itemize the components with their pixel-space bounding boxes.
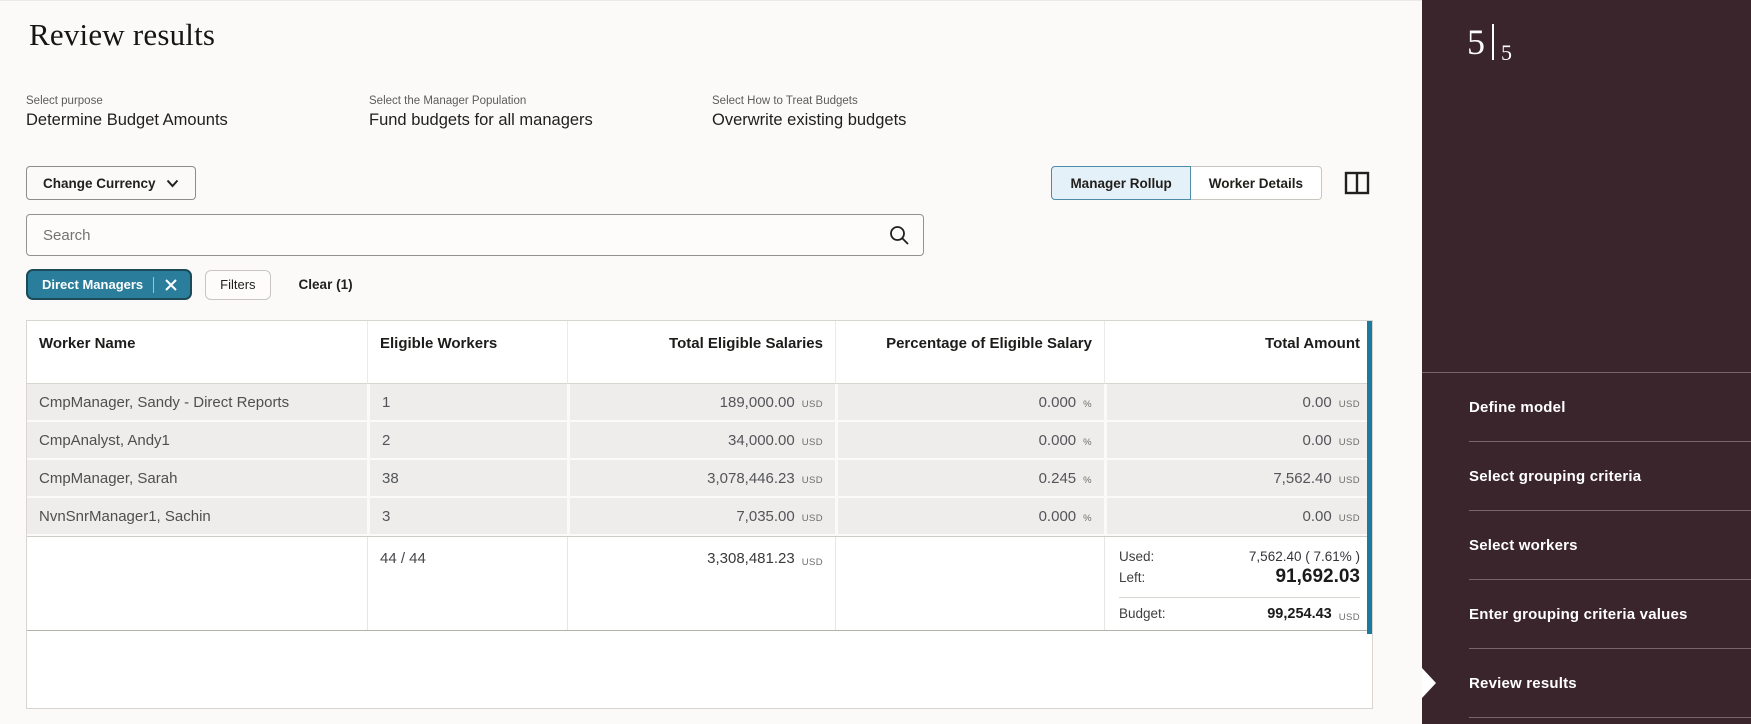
chip-close-icon[interactable] [164,278,178,292]
totals-percentage-cell [835,537,1104,630]
cell-total-eligible-salaries: 34,000.00USD [567,422,835,460]
step-counter: 5 5 [1467,22,1751,66]
cell-worker-name: CmpAnalyst, Andy1 [27,422,367,460]
column-header-total-eligible-salaries[interactable]: Total Eligible Salaries [567,321,835,384]
search-icon[interactable] [888,224,910,251]
step-enter-grouping-criteria-values[interactable]: Enter grouping criteria values [1422,580,1751,648]
table-row[interactable]: NvnSnrManager1, Sachin 3 7,035.00USD 0.0… [27,498,1372,536]
step-define-model[interactable]: Define model [1422,373,1751,441]
totals-eligible-workers: 44 / 44 [367,537,567,630]
column-header-eligible-workers[interactable]: Eligible Workers [367,321,567,384]
column-header-worker-name[interactable]: Worker Name [27,321,367,384]
filters-button[interactable]: Filters [205,270,270,300]
split-view-icon [1344,170,1370,196]
budget-left-label: Left: [1119,570,1145,585]
budget-left-value: 91,692.03 [1275,566,1360,588]
cell-percentage: 0.000% [835,384,1104,422]
page-title: Review results [29,17,1422,53]
results-table: Worker Name Eligible Workers Total Eligi… [26,320,1373,709]
step-select-grouping-criteria[interactable]: Select grouping criteria [1422,442,1751,510]
cell-total-amount: 0.00USD [1104,422,1372,460]
field-treat-budgets: Select How to Treat Budgets Overwrite ex… [712,95,1055,130]
cell-worker-name: NvnSnrManager1, Sachin [27,498,367,536]
main-content: Review results Select purpose Determine … [0,0,1422,724]
field-label: Select the Manager Population [369,95,712,107]
field-value: Overwrite existing budgets [712,111,1055,130]
tab-worker-details[interactable]: Worker Details [1191,166,1322,200]
budget-value: 99,254.43USD [1267,606,1360,622]
chip-divider [153,277,154,293]
budget-used-label: Used: [1119,549,1154,564]
budget-label: Budget: [1119,606,1166,621]
tab-manager-rollup[interactable]: Manager Rollup [1051,166,1190,200]
budget-summary: Used: 7,562.40 ( 7.61% ) Left: 91,692.03… [1104,537,1372,630]
current-step-arrow-icon [1422,668,1436,698]
total-steps-number: 5 [1501,40,1512,66]
step-select-workers[interactable]: Select workers [1422,511,1751,579]
cell-percentage: 0.245% [835,460,1104,498]
summary-fields: Select purpose Determine Budget Amounts … [26,95,1422,130]
current-step-number: 5 [1467,22,1485,62]
cell-total-eligible-salaries: 3,078,446.23USD [567,460,835,498]
budget-used-line: Used: 7,562.40 ( 7.61% ) [1119,549,1360,564]
field-label: Select purpose [26,95,369,107]
budget-left-line: Left: 91,692.03 [1119,566,1360,588]
table-row[interactable]: CmpManager, Sarah 38 3,078,446.23USD 0.2… [27,460,1372,498]
column-header-percentage-eligible-salary[interactable]: Percentage of Eligible Salary [835,321,1104,384]
field-manager-population: Select the Manager Population Fund budge… [369,95,712,130]
cell-total-eligible-salaries: 7,035.00USD [567,498,835,536]
table-accent-bar [1367,321,1372,634]
step-review-results-current[interactable]: Review results [1422,649,1751,717]
view-toggle: Manager Rollup Worker Details [1051,166,1322,200]
cell-total-amount: 0.00USD [1104,384,1372,422]
budget-used-value: 7,562.40 ( 7.61% ) [1249,549,1360,564]
cell-percentage: 0.000% [835,422,1104,460]
change-currency-button[interactable]: Change Currency [26,166,196,200]
table-row[interactable]: CmpAnalyst, Andy1 2 34,000.00USD 0.000% … [27,422,1372,460]
steps-list: Define model Select grouping criteria Se… [1422,372,1751,718]
clear-filters-button[interactable]: Clear (1) [299,277,353,292]
cell-worker-name: CmpManager, Sandy - Direct Reports [27,384,367,422]
change-currency-label: Change Currency [43,176,156,191]
chevron-down-icon [166,179,179,188]
cell-percentage: 0.000% [835,498,1104,536]
cell-eligible-workers: 1 [367,384,567,422]
summary-divider [1119,597,1360,598]
column-header-total-amount[interactable]: Total Amount [1104,321,1372,384]
filter-chip-label: Direct Managers [42,277,143,292]
totals-salaries: 3,308,481.23USD [567,537,835,630]
cell-eligible-workers: 3 [367,498,567,536]
search-input[interactable] [26,214,924,256]
table-row[interactable]: CmpManager, Sandy - Direct Reports 1 189… [27,384,1372,422]
step-divider [1469,717,1751,718]
field-value: Determine Budget Amounts [26,111,369,130]
cell-total-amount: 0.00USD [1104,498,1372,536]
table-totals-row: 44 / 44 3,308,481.23USD Used: 7,562.40 (… [27,536,1372,631]
field-select-purpose: Select purpose Determine Budget Amounts [26,95,369,130]
toolbar: Change Currency Manager Rollup Worker De… [0,166,1422,200]
cell-eligible-workers: 38 [367,460,567,498]
field-label: Select How to Treat Budgets [712,95,1055,107]
field-value: Fund budgets for all managers [369,111,712,130]
filter-row: Direct Managers Filters Clear (1) [26,269,1422,300]
cell-total-amount: 7,562.40USD [1104,460,1372,498]
split-view-button[interactable] [1344,170,1370,196]
cell-eligible-workers: 2 [367,422,567,460]
step-sidebar: 5 5 Define model Select grouping criteri… [1422,0,1751,724]
cell-total-eligible-salaries: 189,000.00USD [567,384,835,422]
search-container [26,214,924,256]
budget-total-line: Budget: 99,254.43USD [1119,606,1360,622]
table-header-row: Worker Name Eligible Workers Total Eligi… [27,321,1372,384]
totals-empty-cell [27,537,367,630]
table-footer [27,631,1372,708]
step-counter-divider [1492,24,1494,60]
filter-chip-direct-managers[interactable]: Direct Managers [26,269,192,300]
cell-worker-name: CmpManager, Sarah [27,460,367,498]
